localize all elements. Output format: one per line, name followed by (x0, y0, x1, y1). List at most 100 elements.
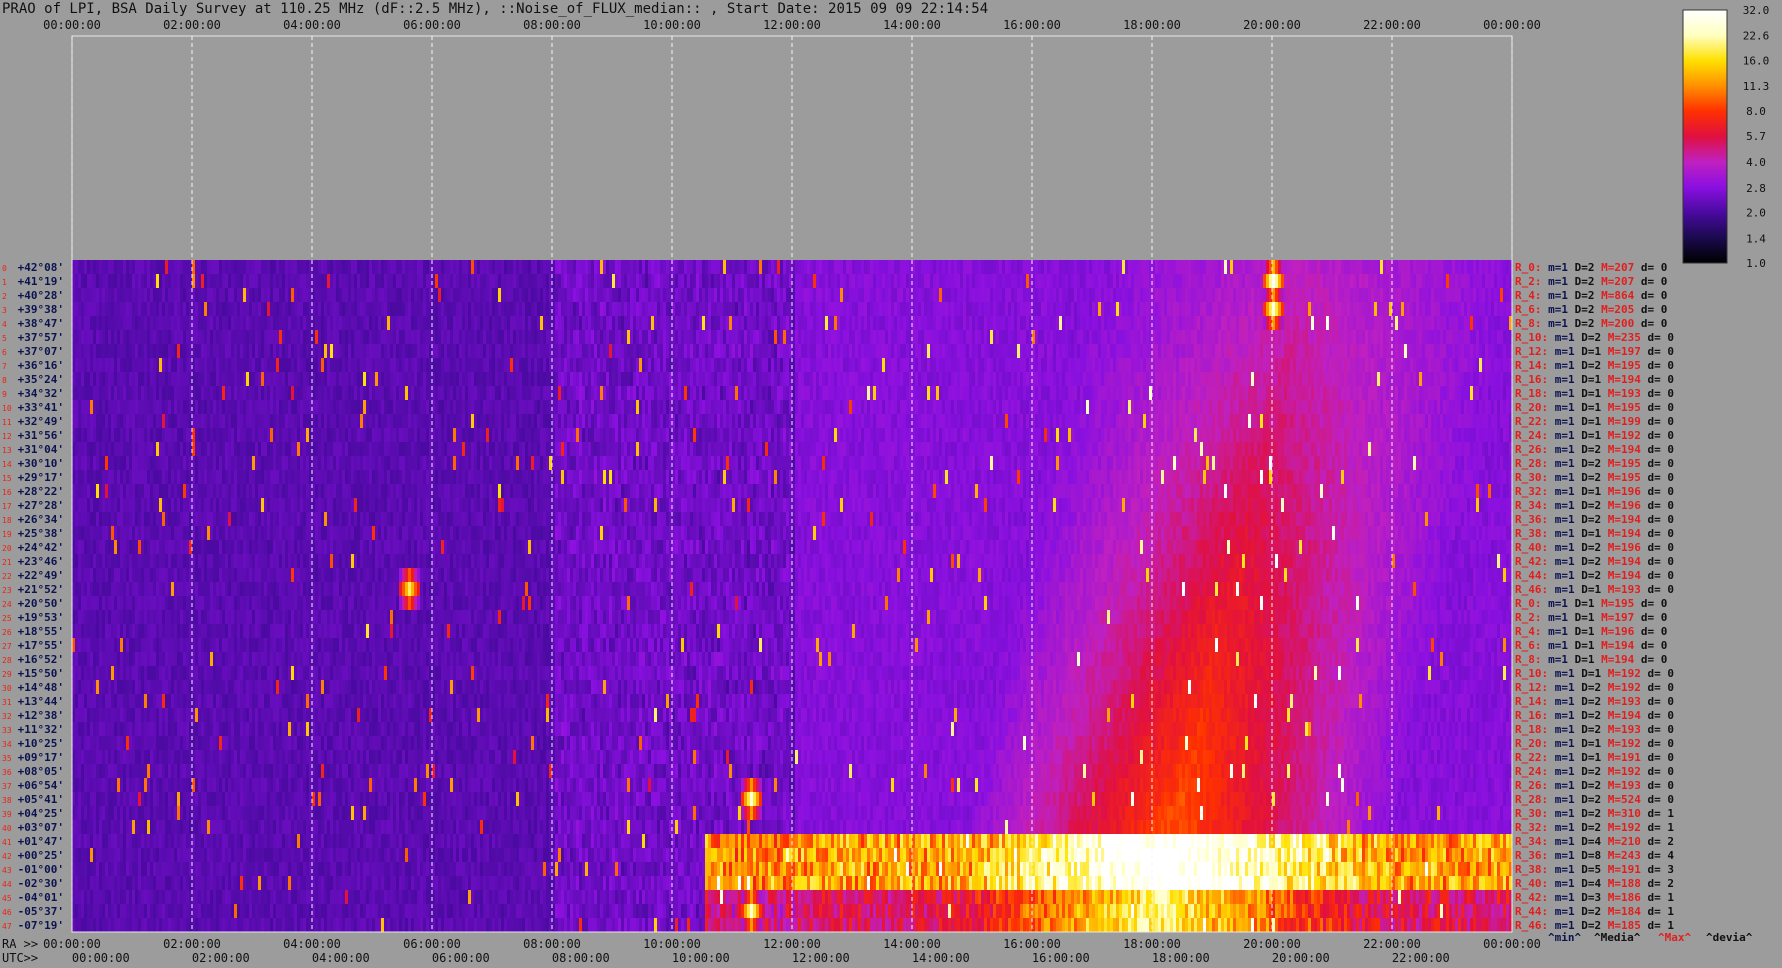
row-index: 35 (2, 754, 12, 763)
row-index: 37 (2, 782, 12, 791)
row-stat: R_4: m=1 D=1 M=196 d= 0 (1515, 625, 1667, 638)
utc-axis-tick: 04:00:00 (312, 951, 370, 965)
utc-axis-tick: 16:00:00 (1032, 951, 1090, 965)
ra-axis-tick: 04:00:00 (283, 937, 341, 951)
declination-label: +13°44' (18, 695, 64, 708)
ra-axis-tick: 00:00:00 (1483, 937, 1541, 951)
colorbar-tick: 16.0 (1743, 55, 1770, 68)
row-stat: R_28: m=1 D=2 M=195 d= 0 (1515, 457, 1674, 470)
declination-label: +24°42' (18, 541, 64, 554)
row-stat: R_38: m=1 D=1 M=194 d= 0 (1515, 527, 1674, 540)
row-index: 25 (2, 614, 12, 623)
row-index: 3 (2, 306, 7, 315)
ra-axis-tick: 14:00:00 (883, 937, 941, 951)
colorbar-tick: 32.0 (1743, 4, 1770, 17)
utc-axis-tick: 02:00:00 (192, 951, 250, 965)
declination-label: -07°19' (18, 919, 64, 932)
top-axis-tick: 02:00:00 (163, 18, 221, 32)
declination-label: +14°48' (18, 681, 64, 694)
row-index: 15 (2, 474, 12, 483)
ra-axis-tick: 22:00:00 (1363, 937, 1421, 951)
row-index: 31 (2, 698, 12, 707)
row-index: 39 (2, 810, 12, 819)
declination-label: +38°47' (18, 317, 64, 330)
top-axis-tick: 18:00:00 (1123, 18, 1181, 32)
row-stat: R_0: m=1 D=1 M=195 d= 0 (1515, 597, 1667, 610)
declination-label: +21°52' (18, 583, 64, 596)
top-axis-tick: 12:00:00 (763, 18, 821, 32)
utc-axis-tick: 12:00:00 (792, 951, 850, 965)
ra-axis-tick: 06:00:00 (403, 937, 461, 951)
declination-label: +29°17' (18, 471, 64, 484)
colorbar-tick: 1.4 (1746, 232, 1766, 245)
colorbar-tick: 1.0 (1746, 257, 1766, 270)
utc-axis-tick: 18:00:00 (1152, 951, 1210, 965)
row-stat: R_36: m=1 D=2 M=194 d= 0 (1515, 513, 1674, 526)
row-stat: R_12: m=1 D=2 M=192 d= 0 (1515, 681, 1674, 694)
row-stat: R_38: m=1 D=5 M=191 d= 3 (1515, 863, 1674, 876)
ra-axis-tick: 12:00:00 (763, 937, 821, 951)
colorbar-tick: 22.6 (1743, 29, 1770, 42)
stats-legend-item: ^min^ (1548, 931, 1581, 944)
ra-axis-tick: 10:00:00 (643, 937, 701, 951)
row-stat: R_32: m=1 D=1 M=196 d= 0 (1515, 485, 1674, 498)
row-index: 46 (2, 908, 12, 917)
declination-label: +40°28' (18, 289, 64, 302)
row-index: 19 (2, 530, 12, 539)
declination-label: +05°41' (18, 793, 64, 806)
row-index: 23 (2, 586, 12, 595)
declination-label: +31°56' (18, 429, 64, 442)
row-stat: R_20: m=1 D=1 M=195 d= 0 (1515, 401, 1674, 414)
declination-label: +42°08' (18, 261, 64, 274)
declination-label: +12°38' (18, 709, 64, 722)
row-stat: R_4: m=1 D=2 M=864 d= 0 (1515, 289, 1667, 302)
row-stat: R_18: m=1 D=1 M=193 d= 0 (1515, 387, 1674, 400)
utc-axis-tick: 08:00:00 (552, 951, 610, 965)
row-stat: R_30: m=1 D=2 M=195 d= 0 (1515, 471, 1674, 484)
stats-legend-item: ^Max^ (1658, 931, 1691, 944)
row-stat: R_16: m=1 D=1 M=194 d= 0 (1515, 373, 1674, 386)
row-index: 42 (2, 852, 12, 861)
row-stat: R_12: m=1 D=1 M=197 d= 0 (1515, 345, 1674, 358)
row-stat: R_42: m=1 D=3 M=186 d= 1 (1515, 891, 1674, 904)
stats-legend-item: ^Media^ (1594, 931, 1641, 944)
row-index: 33 (2, 726, 12, 735)
colorbar-tick: 2.0 (1746, 206, 1766, 219)
utc-axis-tick: 20:00:00 (1272, 951, 1330, 965)
declination-label: +01°47' (18, 835, 64, 848)
row-stat: R_6: m=1 D=2 M=205 d= 0 (1515, 303, 1667, 316)
declination-label: +26°34' (18, 513, 64, 526)
row-index: 43 (2, 866, 12, 875)
row-index: 41 (2, 838, 12, 847)
declination-label: +39°38' (18, 303, 64, 316)
row-index: 28 (2, 656, 12, 665)
declination-label: +30°10' (18, 457, 64, 470)
row-index: 1 (2, 278, 7, 287)
row-stat: R_2: m=1 D=2 M=207 d= 0 (1515, 275, 1667, 288)
row-stat: R_10: m=1 D=1 M=192 d= 0 (1515, 667, 1674, 680)
row-stat: R_22: m=1 D=1 M=191 d= 0 (1515, 751, 1674, 764)
ra-axis-tick: 00:00:00 (43, 937, 101, 951)
declination-label: +08°05' (18, 765, 64, 778)
row-stat: R_10: m=1 D=2 M=235 d= 0 (1515, 331, 1674, 344)
row-stat: R_8: m=1 D=2 M=200 d= 0 (1515, 317, 1667, 330)
row-index: 18 (2, 516, 12, 525)
declination-label: +20°50' (18, 597, 64, 610)
declination-label: +16°52' (18, 653, 64, 666)
row-stat: R_14: m=1 D=2 M=195 d= 0 (1515, 359, 1674, 372)
row-stat: R_40: m=1 D=2 M=196 d= 0 (1515, 541, 1674, 554)
row-index: 17 (2, 502, 12, 511)
row-stat: R_24: m=1 D=2 M=192 d= 0 (1515, 765, 1674, 778)
row-index: 21 (2, 558, 12, 567)
row-index: 11 (2, 418, 12, 427)
row-stat: R_44: m=1 D=2 M=184 d= 1 (1515, 905, 1674, 918)
row-stat: R_20: m=1 D=1 M=192 d= 0 (1515, 737, 1674, 750)
row-index: 24 (2, 600, 12, 609)
row-stat: R_40: m=1 D=4 M=188 d= 2 (1515, 877, 1674, 890)
declination-label: +06°54' (18, 779, 64, 792)
declination-label: +32°49' (18, 415, 64, 428)
row-stat: R_24: m=1 D=1 M=192 d= 0 (1515, 429, 1674, 442)
declination-label: +11°32' (18, 723, 64, 736)
ra-axis-tick: 16:00:00 (1003, 937, 1061, 951)
row-index: 22 (2, 572, 12, 581)
